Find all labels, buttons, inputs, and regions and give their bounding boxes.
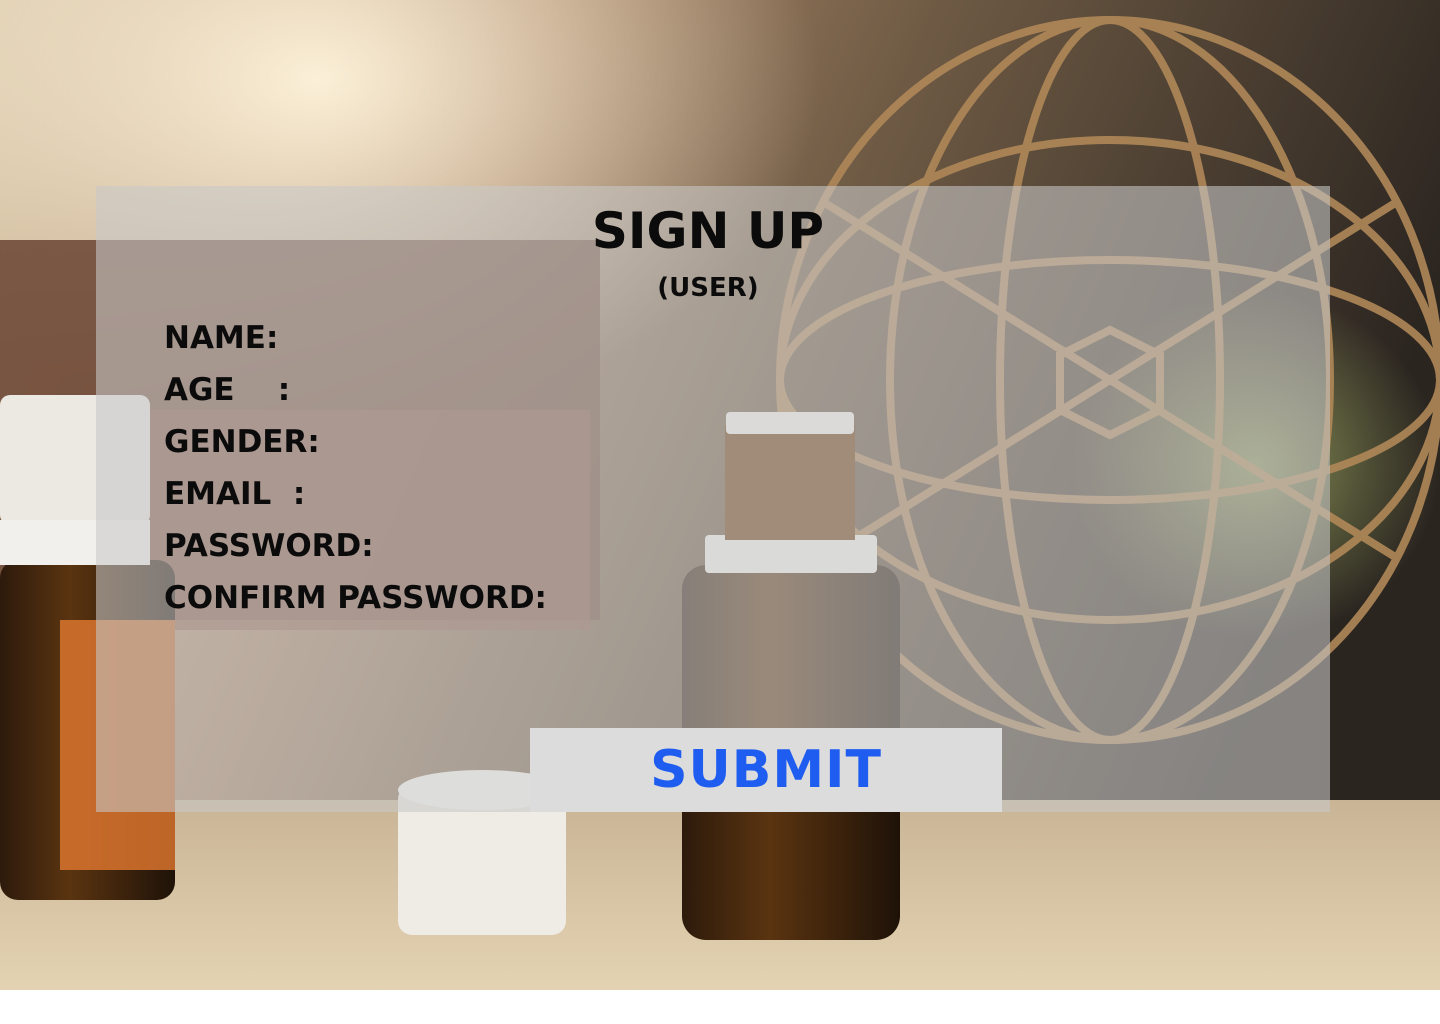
page-subtitle: (USER) (657, 273, 759, 303)
gender-field-label[interactable]: GENDER: (164, 422, 320, 462)
submit-button[interactable]: SUBMIT (530, 728, 1002, 812)
page-title: SIGN UP (591, 202, 825, 260)
password-field-label[interactable]: PASSWORD: (164, 526, 374, 566)
email-field-label[interactable]: EMAIL : (164, 474, 305, 514)
confirm-password-field-label[interactable]: CONFIRM PASSWORD: (164, 578, 547, 618)
name-field-label[interactable]: NAME: (164, 318, 278, 358)
signup-page: SIGN UP (USER) NAME: AGE : GENDER: EMAIL… (0, 0, 1440, 1024)
age-field-label[interactable]: AGE : (164, 370, 290, 410)
